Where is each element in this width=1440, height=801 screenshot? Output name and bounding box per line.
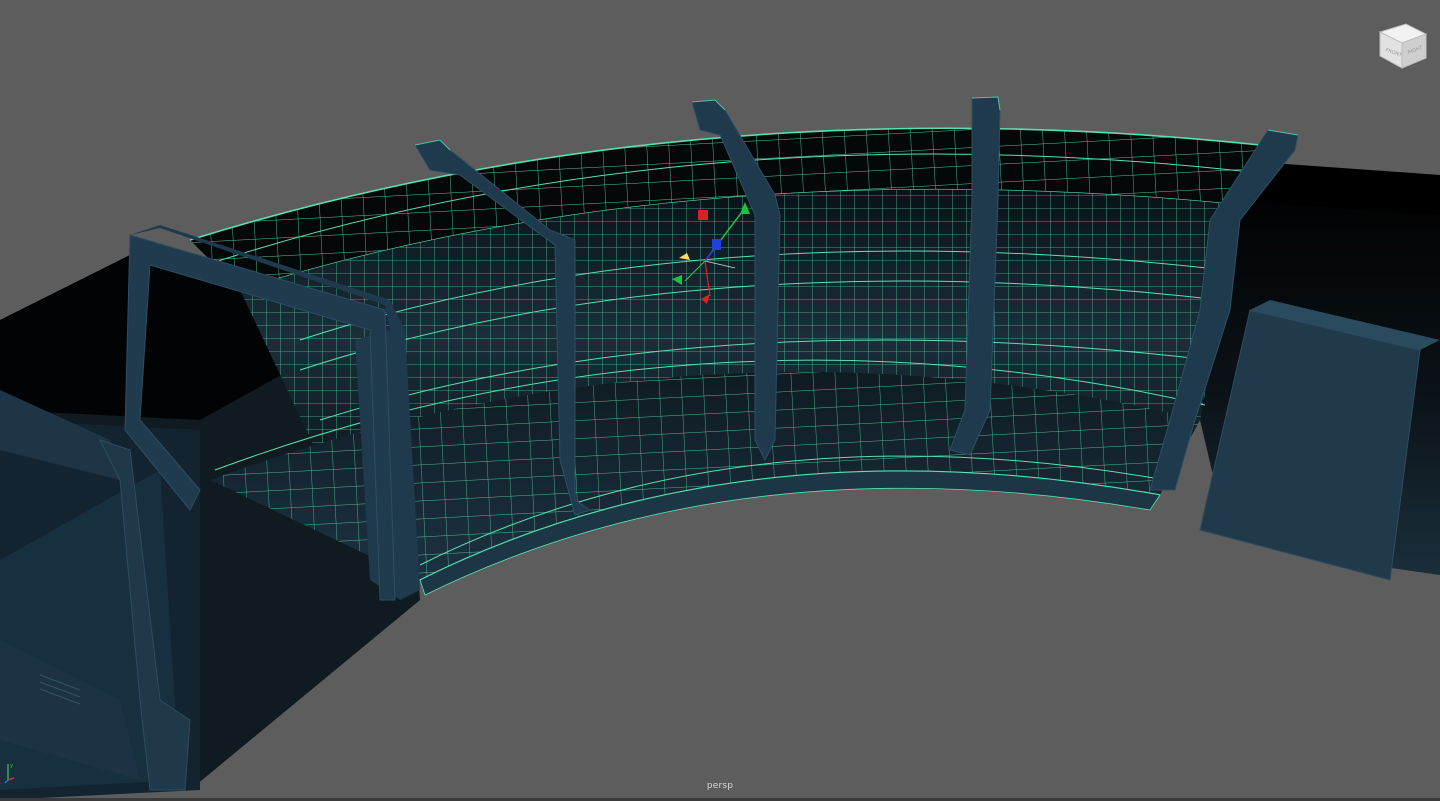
perspective-viewport[interactable]: FRONT RIGHT y persp: [0, 0, 1440, 801]
svg-text:y: y: [10, 763, 13, 769]
xyz-axis-icon: y: [4, 763, 15, 784]
view-cube-icon[interactable]: FRONT RIGHT: [1374, 16, 1430, 72]
move-manipulator-icon[interactable]: [660, 196, 760, 316]
camera-name-label: persp: [706, 781, 734, 791]
scene-render[interactable]: [0, 0, 1440, 801]
